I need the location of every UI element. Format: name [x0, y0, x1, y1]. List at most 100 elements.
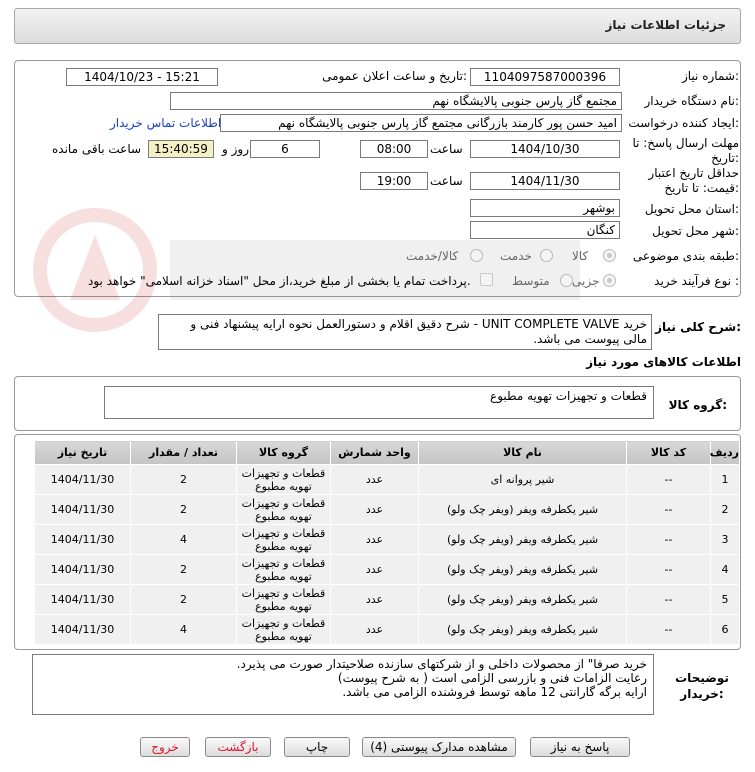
items-table: ردیف کد کالا نام کالا واحد شمارش گروه کا…: [34, 440, 740, 645]
item-name: شیر یکطرفه ویفر (ویفر چک ولو): [418, 524, 627, 555]
item-date: 1404/11/30: [34, 524, 131, 555]
table-row: 1 -- شیر پروانه ای عدد قطعات و تجهیزات ت…: [34, 464, 740, 495]
days-label: روز و: [222, 142, 249, 156]
city-field: کنگان: [470, 221, 620, 239]
deadline-time-field: 08:00: [360, 140, 428, 158]
item-group: قطعات و تجهیزات تهویه مطبوع: [236, 494, 331, 525]
validity-date-field: 1404/11/30: [470, 172, 620, 190]
item-unit: عدد: [330, 464, 419, 495]
item-unit: عدد: [330, 584, 419, 615]
item-date: 1404/11/30: [34, 614, 131, 645]
item-date: 1404/11/30: [34, 494, 131, 525]
item-qty: 2: [130, 464, 237, 495]
back-button[interactable]: بازگشت: [205, 737, 271, 757]
buyer-note-line: خرید صرفا" از محصولات داخلی و از شرکتهای…: [236, 657, 647, 671]
deadline-label: مهلت ارسال پاسخ: تا تاریخ:: [632, 136, 739, 165]
goods-group-field: قطعات و تجهیزات تهویه مطبوع: [104, 386, 654, 419]
process-type-label: نوع فرآیند خرید :: [654, 274, 739, 288]
category-goods-service-radio[interactable]: [470, 249, 483, 262]
item-name: شیر یکطرفه ویفر (ویفر چک ولو): [418, 494, 627, 525]
buyer-org-field: مجتمع گاز پارس جنوبی پالایشگاه نهم: [170, 92, 622, 110]
item-unit: عدد: [330, 494, 419, 525]
item-qty: 2: [130, 584, 237, 615]
row-index: 6: [710, 614, 740, 645]
row-index: 3: [710, 524, 740, 555]
item-name: شیر یکطرفه ویفر (ویفر چک ولو): [418, 584, 627, 615]
table-row: 3 -- شیر یکطرفه ویفر (ویفر چک ولو) عدد ق…: [34, 524, 740, 555]
process-medium-radio[interactable]: [560, 274, 573, 287]
item-group: قطعات و تجهیزات تهویه مطبوع: [236, 554, 331, 585]
buyer-org-label: نام دستگاه خریدار:: [644, 94, 740, 108]
buyer-notes-box: خرید صرفا" از محصولات داخلی و از شرکتهای…: [32, 654, 654, 715]
contact-buyer-link[interactable]: اطلاعات تماس خریدار: [110, 114, 221, 132]
city-label: شهر محل تحویل:: [652, 224, 739, 238]
item-qty: 2: [130, 494, 237, 525]
process-partial-radio[interactable]: [603, 274, 616, 287]
category-label: طبقه بندی موضوعی:: [632, 249, 739, 263]
province-field: بوشهر: [470, 199, 620, 217]
process-partial-label: جزیی: [572, 274, 600, 288]
buyer-notes-label: توضیحات خریدار:: [675, 671, 729, 701]
item-qty: 4: [130, 524, 237, 555]
row-index: 1: [710, 464, 740, 495]
goods-group-label: گروه کالا:: [668, 398, 727, 412]
col-name-header: نام کالا: [418, 440, 627, 465]
deadline-date-field: 1404/10/30: [470, 140, 620, 158]
category-goods-radio[interactable]: [603, 249, 616, 262]
col-group-header: گروه کالا: [236, 440, 331, 465]
announce-datetime-label: تاریخ و ساعت اعلان عمومی:: [322, 69, 467, 83]
category-goods-label: کالا: [572, 249, 589, 263]
treasury-payment-checkbox[interactable]: [480, 273, 493, 286]
page-title: جزئیات اطلاعات نیاز: [605, 18, 726, 32]
creator-label: ایجاد کننده درخواست:: [628, 116, 739, 130]
row-index: 2: [710, 494, 740, 525]
item-code: --: [626, 584, 711, 615]
item-date: 1404/11/30: [34, 554, 131, 585]
summary-label: شرح کلی نیاز:: [655, 320, 741, 334]
need-number-label: شماره نیاز:: [681, 69, 739, 83]
item-group: قطعات و تجهیزات تهویه مطبوع: [236, 614, 331, 645]
item-code: --: [626, 614, 711, 645]
goods-group-value: قطعات و تجهیزات تهویه مطبوع: [490, 389, 647, 403]
item-qty: 2: [130, 554, 237, 585]
item-name: شیر پروانه ای: [418, 464, 627, 495]
item-unit: عدد: [330, 554, 419, 585]
col-unit-header: واحد شمارش: [330, 440, 419, 465]
item-group: قطعات و تجهیزات تهویه مطبوع: [236, 524, 331, 555]
print-button[interactable]: چاپ: [284, 737, 350, 757]
item-code: --: [626, 524, 711, 555]
view-attachments-button[interactable]: مشاهده مدارک پیوستی (4): [362, 737, 516, 757]
reply-to-need-button[interactable]: پاسخ به نیاز: [530, 737, 630, 757]
remaining-time-label: ساعت باقی مانده: [52, 142, 142, 156]
item-code: --: [626, 554, 711, 585]
validity-hour-label: ساعت: [430, 174, 463, 188]
category-service-label: خدمت: [500, 249, 532, 263]
table-row: 5 -- شیر یکطرفه ویفر (ویفر چک ولو) عدد ق…: [34, 584, 740, 615]
item-name: شیر یکطرفه ویفر (ویفر چک ولو): [418, 554, 627, 585]
item-code: --: [626, 494, 711, 525]
item-unit: عدد: [330, 524, 419, 555]
item-qty: 4: [130, 614, 237, 645]
validity-time-field: 19:00: [360, 172, 428, 190]
col-row-header: ردیف: [710, 440, 740, 465]
announce-datetime-field: 1404/10/23 - 15:21: [66, 68, 218, 86]
deadline-hour-label: ساعت: [430, 142, 463, 156]
creator-field: امید حسن پور کارمند بازرگانی مجتمع گاز پ…: [220, 114, 622, 132]
category-goods-service-label: کالا/خدمت: [406, 249, 459, 263]
item-unit: عدد: [330, 614, 419, 645]
table-row: 6 -- شیر یکطرفه ویفر (ویفر چک ولو) عدد ق…: [34, 614, 740, 645]
item-group: قطعات و تجهیزات تهویه مطبوع: [236, 584, 331, 615]
province-label: استان محل تحویل:: [644, 202, 739, 216]
exit-button[interactable]: خروج: [140, 737, 190, 757]
item-group: قطعات و تجهیزات تهویه مطبوع: [236, 464, 331, 495]
validity-label: حداقل تاریخ اعتبار قیمت: تا تاریخ:: [648, 166, 739, 195]
item-code: --: [626, 464, 711, 495]
row-index: 4: [710, 554, 740, 585]
buyer-note-line: رعایت الزامات فنی و بازرسی الزامی است ( …: [337, 671, 647, 685]
table-row: 4 -- شیر یکطرفه ویفر (ویفر چک ولو) عدد ق…: [34, 554, 740, 585]
col-qty-header: تعداد / مقدار: [130, 440, 237, 465]
days-remaining-field: 6: [250, 140, 320, 158]
buyer-note-line: ارایه برگه گارانتی 12 ماهه توسط فروشنده …: [342, 685, 647, 699]
category-service-radio[interactable]: [540, 249, 553, 262]
table-header-row: ردیف کد کالا نام کالا واحد شمارش گروه کا…: [34, 440, 740, 465]
